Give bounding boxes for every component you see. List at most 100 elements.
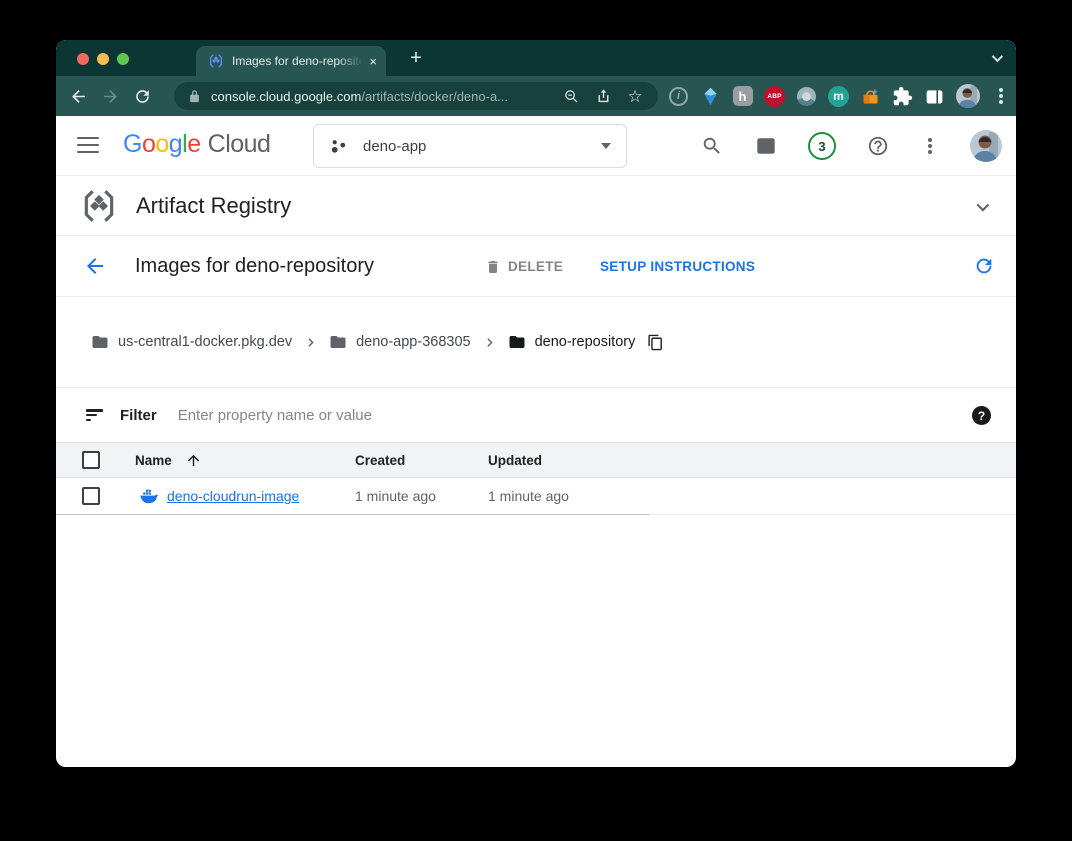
project-selector[interactable]: deno-app <box>313 124 627 168</box>
gcp-header-actions: 3 <box>700 116 1002 176</box>
trash-icon <box>485 259 501 275</box>
browser-menu-kebab-icon[interactable] <box>999 94 1003 98</box>
close-window-button[interactable] <box>77 53 89 65</box>
browser-toolbar: console.cloud.google.com/artifacts/docke… <box>56 76 1016 116</box>
artifact-registry-icon <box>80 187 118 225</box>
delete-button[interactable]: DELETE <box>485 236 563 297</box>
briefcase-extension-icon[interactable] <box>860 86 881 107</box>
chevron-down-icon[interactable] <box>977 199 990 212</box>
select-all-checkbox[interactable] <box>82 451 100 469</box>
filter-icon <box>86 409 103 421</box>
sort-ascending-icon[interactable] <box>185 452 202 469</box>
logo-letter: G <box>123 130 142 158</box>
image-name-cell: deno-cloudrun-image <box>135 488 355 505</box>
product-title: Artifact Registry <box>136 193 291 219</box>
navigation-menu-icon[interactable] <box>77 137 99 153</box>
logo-cloud-text: Cloud <box>208 130 271 158</box>
refresh-button[interactable] <box>973 255 995 277</box>
back-arrow-button[interactable] <box>83 254 107 278</box>
project-caret-icon <box>601 143 611 149</box>
page-title: Images for deno-repository <box>135 255 374 278</box>
folder-icon <box>508 333 526 351</box>
breadcrumb-label: deno-app-368305 <box>356 334 471 350</box>
folder-icon <box>329 333 347 351</box>
breadcrumb: us-central1-docker.pkg.dev deno-app-3683… <box>56 297 1016 388</box>
forward-button[interactable] <box>98 84 122 108</box>
tab-title: Images for deno-repository – A <box>232 54 365 68</box>
m-extension-icon[interactable]: m <box>828 86 849 107</box>
docker-icon <box>139 488 160 505</box>
updated-cell: 1 minute ago <box>488 488 1016 504</box>
gcp-header: GoogleCloud deno-app 3 <box>56 116 1016 176</box>
empty-content-area <box>56 515 1016 767</box>
logo-letter: o <box>142 130 155 158</box>
adblock-plus-extension-icon[interactable]: ABP <box>764 86 785 107</box>
table-header: Name Created Updated <box>56 443 1016 478</box>
project-icon <box>329 137 348 156</box>
setup-instructions-button[interactable]: SETUP INSTRUCTIONS <box>600 236 755 297</box>
bookmark-star-icon[interactable]: ☆ <box>626 87 644 105</box>
desktop-background: Images for deno-repository – A × + conso… <box>0 0 1072 841</box>
info-extension-icon[interactable]: i <box>668 86 689 107</box>
extensions-puzzle-icon[interactable] <box>892 86 913 107</box>
logo-letter: o <box>155 130 168 158</box>
help-icon[interactable] <box>866 134 890 158</box>
name-header-label: Name <box>135 453 172 468</box>
ring-extension-icon[interactable] <box>796 86 817 107</box>
window-controls <box>77 53 129 65</box>
breadcrumb-item-project[interactable]: deno-app-368305 <box>329 333 471 351</box>
zoom-out-icon[interactable] <box>562 87 580 105</box>
browser-profile-avatar[interactable] <box>956 84 980 108</box>
extensions-row: i h ABP m <box>668 84 1011 108</box>
project-name: deno-app <box>363 138 601 155</box>
page-header: Images for deno-repository DELETE SETUP … <box>56 236 1016 297</box>
logo-letter: g <box>169 130 182 158</box>
column-header-name[interactable]: Name <box>135 452 355 469</box>
browser-window: Images for deno-repository – A × + conso… <box>56 40 1016 767</box>
lock-icon[interactable] <box>187 89 202 104</box>
browser-tab[interactable]: Images for deno-repository – A × <box>196 46 386 76</box>
row-divider <box>56 514 649 515</box>
reload-button[interactable] <box>130 84 154 108</box>
gem-extension-icon[interactable] <box>700 86 721 107</box>
filter-input[interactable] <box>178 407 1016 424</box>
filter-label[interactable]: Filter <box>120 407 157 424</box>
address-bar[interactable]: console.cloud.google.com/artifacts/docke… <box>174 82 658 110</box>
image-link[interactable]: deno-cloudrun-image <box>167 488 299 504</box>
tab-bar: Images for deno-repository – A × + <box>56 40 1016 76</box>
back-button[interactable] <box>66 84 90 108</box>
minimize-window-button[interactable] <box>97 53 109 65</box>
filter-help-icon[interactable]: ? <box>972 406 991 425</box>
folder-icon <box>91 333 109 351</box>
fullscreen-window-button[interactable] <box>117 53 129 65</box>
search-icon[interactable] <box>700 134 724 158</box>
copy-icon[interactable] <box>647 334 664 351</box>
account-avatar[interactable] <box>970 130 1002 162</box>
breadcrumb-item-registry[interactable]: us-central1-docker.pkg.dev <box>91 333 292 351</box>
setup-label: SETUP INSTRUCTIONS <box>600 259 755 274</box>
gcp-menu-kebab-icon[interactable] <box>928 144 932 148</box>
tab-search-chevron-icon[interactable] <box>992 51 1003 62</box>
tab-close-icon[interactable]: × <box>369 55 377 68</box>
breadcrumb-label: us-central1-docker.pkg.dev <box>118 334 292 350</box>
column-header-created[interactable]: Created <box>355 453 488 468</box>
cloud-shell-icon[interactable] <box>754 134 778 158</box>
share-icon[interactable] <box>594 87 612 105</box>
new-tab-button[interactable]: + <box>404 40 428 76</box>
breadcrumb-item-repository: deno-repository <box>508 333 636 351</box>
chevron-right-icon <box>483 336 496 349</box>
url-path: /artifacts/docker/deno-a... <box>361 89 508 104</box>
artifact-registry-favicon <box>208 53 224 69</box>
row-checkbox[interactable] <box>82 487 100 505</box>
created-cell: 1 minute ago <box>355 488 488 504</box>
filter-bar: Filter ? <box>56 388 1016 443</box>
honey-extension-icon[interactable]: h <box>732 86 753 107</box>
product-header: Artifact Registry <box>56 176 1016 236</box>
table-row: deno-cloudrun-image 1 minute ago 1 minut… <box>56 478 1016 515</box>
side-panel-icon[interactable] <box>924 86 945 107</box>
url-domain: console.cloud.google.com <box>211 89 361 104</box>
google-cloud-logo[interactable]: GoogleCloud <box>123 130 270 159</box>
chevron-right-icon <box>304 336 317 349</box>
notifications-badge[interactable]: 3 <box>808 132 836 160</box>
column-header-updated[interactable]: Updated <box>488 453 1016 468</box>
